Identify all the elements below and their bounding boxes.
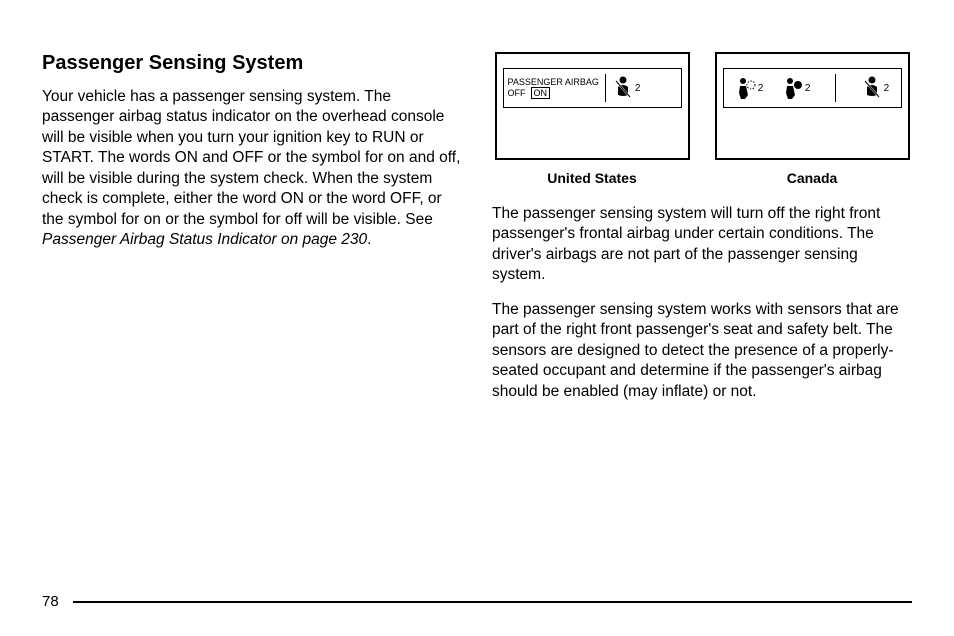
us-label-line1: PASSENGER AIRBAG <box>508 77 599 88</box>
seatbelt-person-icon: 2 <box>861 75 890 101</box>
divider-line <box>835 74 836 102</box>
cross-reference: Passenger Airbag Status Indicator on pag… <box>42 231 367 248</box>
us-label-on: ON <box>531 87 551 99</box>
airbag-off-icon: 2 <box>735 75 764 101</box>
caption-canada: Canada <box>715 170 910 186</box>
indicator-figures: PASSENGER AIRBAG OFF ON <box>492 52 912 160</box>
icon-subscript: 2 <box>758 83 764 94</box>
us-label-off: OFF <box>508 88 526 99</box>
us-text-block: PASSENGER AIRBAG OFF ON <box>508 77 599 100</box>
right-paragraph-1: The passenger sensing system will turn o… <box>492 204 912 286</box>
icon-subscript: 2 <box>805 83 811 94</box>
icon-subscript: 2 <box>635 83 641 94</box>
para-text: Your vehicle has a passenger sensing sys… <box>42 88 460 228</box>
section-heading: Passenger Sensing System <box>42 52 462 75</box>
caption-row: United States Canada <box>492 170 912 186</box>
divider-line <box>605 74 606 102</box>
right-column: PASSENGER AIRBAG OFF ON <box>492 52 912 416</box>
page-number: 78 <box>42 593 59 610</box>
indicator-us: PASSENGER AIRBAG OFF ON <box>495 52 690 160</box>
para-end: . <box>367 231 371 248</box>
indicator-canada: 2 2 <box>715 52 910 160</box>
left-column: Passenger Sensing System Your vehicle ha… <box>42 52 462 416</box>
left-paragraph: Your vehicle has a passenger sensing sys… <box>42 87 462 251</box>
footer-rule <box>73 601 912 603</box>
indicator-us-panel: PASSENGER AIRBAG OFF ON <box>503 68 682 108</box>
seatbelt-person-icon: 2 <box>612 75 641 101</box>
page-footer: 78 <box>42 593 912 610</box>
indicator-canada-panel: 2 2 <box>723 68 902 108</box>
right-paragraph-2: The passenger sensing system works with … <box>492 300 912 402</box>
airbag-on-icon: 2 <box>782 75 811 101</box>
icon-subscript: 2 <box>884 83 890 94</box>
caption-us: United States <box>495 170 690 186</box>
